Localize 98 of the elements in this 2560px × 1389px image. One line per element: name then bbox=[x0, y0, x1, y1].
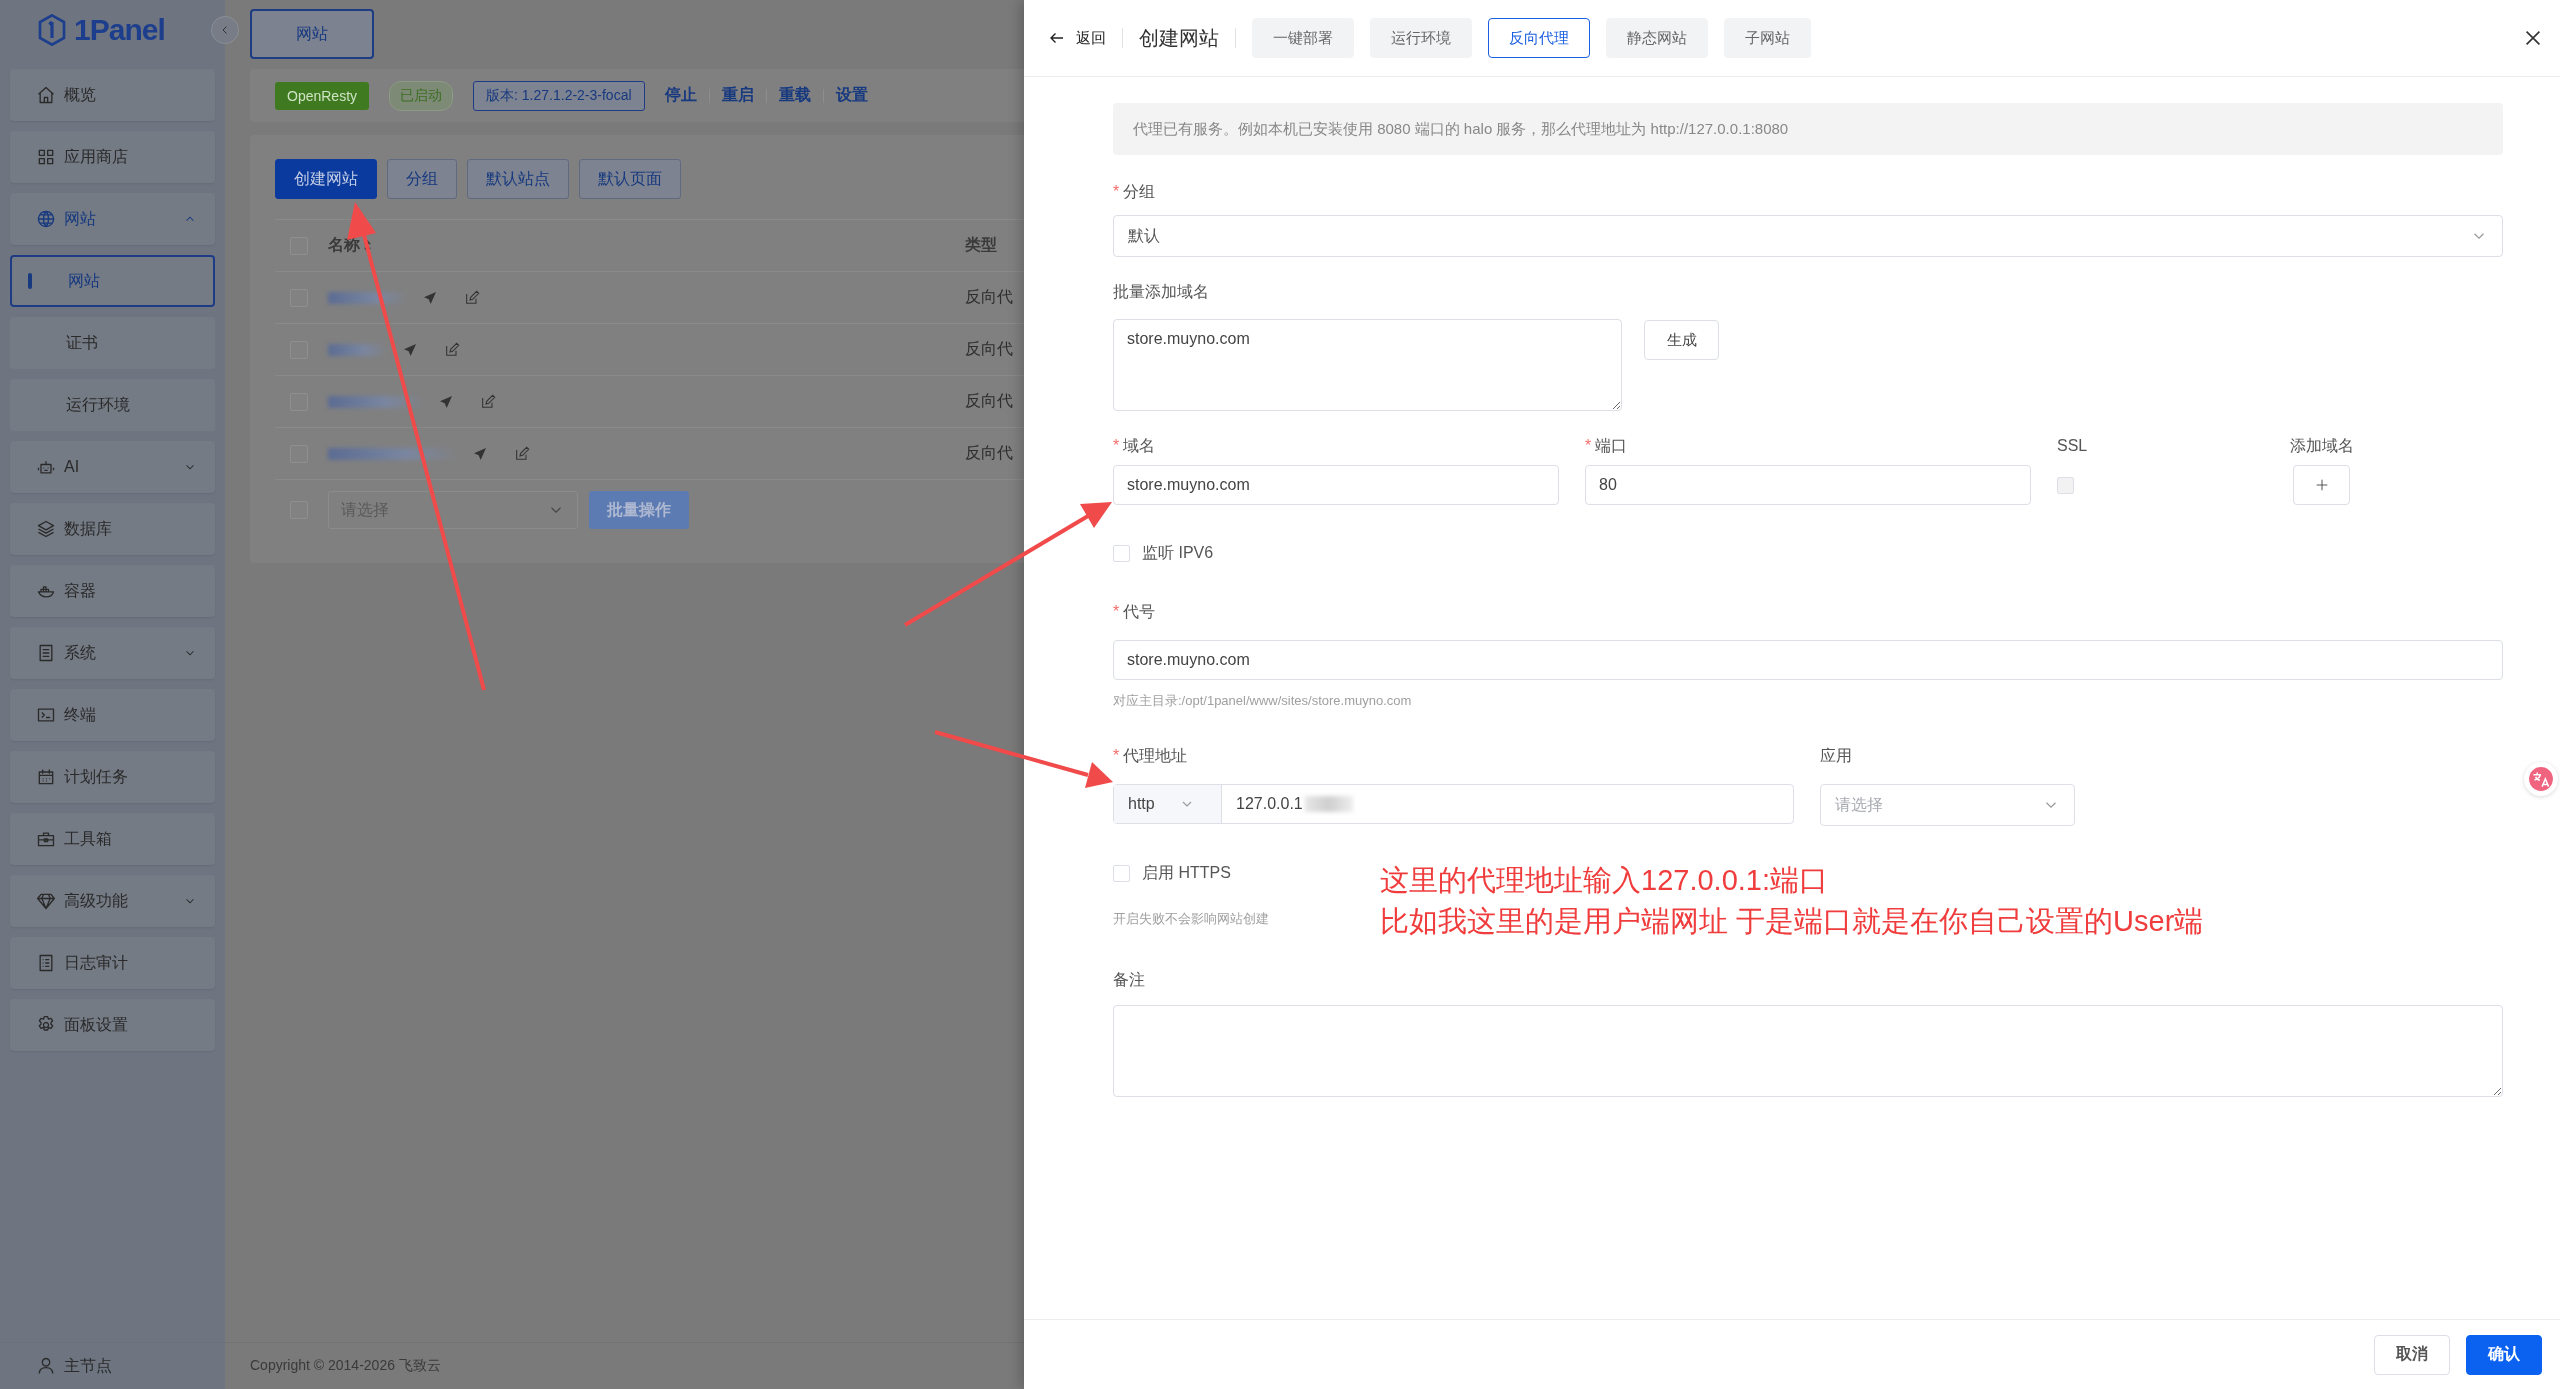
alias-input[interactable]: store.muyno.com bbox=[1113, 640, 2503, 680]
send-icon[interactable] bbox=[422, 289, 438, 306]
nav-item[interactable]: 高级功能 bbox=[10, 875, 215, 927]
field-label: 应用 bbox=[1820, 746, 1852, 766]
nav-item[interactable]: 工具箱 bbox=[10, 813, 215, 865]
nav-item[interactable]: 计划任务 bbox=[10, 751, 215, 803]
field-label: 添加域名 bbox=[2290, 436, 2354, 456]
edit-icon[interactable] bbox=[444, 341, 460, 358]
logo-text: 1Panel bbox=[74, 13, 165, 47]
nav-item[interactable]: AI bbox=[10, 441, 215, 493]
nav-item[interactable]: 面板设置 bbox=[10, 999, 215, 1051]
back-button[interactable]: 返回 bbox=[1048, 28, 1106, 48]
required-mark: * bbox=[1113, 602, 1120, 622]
home-icon bbox=[36, 85, 56, 105]
toolbar-button[interactable]: 默认站点 bbox=[467, 159, 569, 199]
tab[interactable]: 静态网站 bbox=[1606, 18, 1708, 58]
action-link[interactable]: 设置 bbox=[835, 85, 868, 106]
footer-button[interactable]: 取消 bbox=[2374, 1334, 2450, 1375]
user-icon bbox=[36, 1356, 56, 1376]
app-select[interactable]: 请选择 bbox=[1820, 784, 2075, 826]
translate-icon[interactable] bbox=[2524, 762, 2558, 796]
toolbar-button[interactable]: 分组 bbox=[387, 159, 457, 199]
tab[interactable]: 子网站 bbox=[1724, 18, 1811, 58]
info-banner: 代理已有服务。例如本机已安装使用 8080 端口的 halo 服务，那么代理地址为 http://127.0.0.1:8080 bbox=[1113, 103, 2503, 155]
hint-text: 对应主目录:/opt/1panel/www/sites/store.muyno.com bbox=[1113, 693, 1412, 709]
nav-item[interactable]: 网站 bbox=[10, 193, 215, 245]
required-mark: * bbox=[1585, 436, 1592, 456]
hint-text: 开启失败不会影响网站创建 bbox=[1113, 911, 1270, 927]
tab[interactable]: 运行环境 bbox=[1370, 18, 1472, 58]
globe-icon bbox=[36, 209, 56, 229]
required-mark: * bbox=[1113, 746, 1120, 766]
nav-subitem[interactable]: 运行环境 bbox=[10, 379, 215, 431]
nav-item[interactable]: 容器 bbox=[10, 565, 215, 617]
nav-item[interactable]: 概览 bbox=[10, 69, 215, 121]
layers-icon bbox=[36, 519, 56, 539]
node-label: 主节点 bbox=[64, 1355, 112, 1376]
checkbox-label: 启用 HTTPS bbox=[1142, 862, 1231, 883]
diamond-icon bbox=[36, 891, 56, 911]
nav-item[interactable]: 系统 bbox=[10, 627, 215, 679]
nav-subitem[interactable]: 网站 bbox=[10, 255, 215, 307]
version-tag: 版本: 1.27.1.2-2-3-focal bbox=[473, 80, 645, 111]
field-label: 域名 bbox=[1123, 436, 1156, 456]
group-select[interactable]: 默认 bbox=[1113, 215, 2503, 257]
action-link[interactable]: 重载 bbox=[778, 85, 811, 106]
port-input[interactable]: 80 bbox=[1585, 465, 2031, 505]
calendar-icon bbox=[36, 767, 56, 787]
edit-icon[interactable] bbox=[514, 445, 530, 462]
edit-icon[interactable] bbox=[480, 393, 496, 410]
send-icon[interactable] bbox=[438, 393, 454, 410]
tab[interactable]: 反向代理 bbox=[1488, 18, 1590, 58]
grid-icon bbox=[36, 147, 56, 167]
page-tab[interactable]: 网站 bbox=[250, 9, 374, 59]
table-cell-text: 反向代 bbox=[965, 443, 1013, 463]
column-header[interactable]: 类型 bbox=[965, 235, 997, 256]
table-cell-text: 反向代 bbox=[965, 287, 1013, 307]
copyright-text: Copyright © 2014-2026 飞致云 bbox=[250, 1357, 441, 1375]
table-cell-text: 反向代 bbox=[965, 339, 1013, 359]
field-label: 端口 bbox=[1595, 436, 1628, 456]
field-label: 批量添加域名 bbox=[1113, 282, 1209, 302]
table-cell-text: 反向代 bbox=[965, 391, 1013, 411]
edit-icon[interactable] bbox=[464, 289, 480, 306]
send-icon[interactable] bbox=[472, 445, 488, 462]
nav-item[interactable]: 应用商店 bbox=[10, 131, 215, 183]
app-tag: OpenResty bbox=[275, 81, 370, 110]
field-label: 代理地址 bbox=[1123, 746, 1188, 766]
sort-icon[interactable] bbox=[363, 238, 372, 253]
nav-item[interactable]: 数据库 bbox=[10, 503, 215, 555]
footer-button[interactable]: 确认 bbox=[2466, 1334, 2542, 1375]
nav-item[interactable]: 日志审计 bbox=[10, 937, 215, 989]
status-tag: 已启动 bbox=[389, 80, 454, 111]
annotation-text: 比如我这里的是用户端网址 于是端口就是在你自己设置的User端 bbox=[1380, 904, 2204, 939]
blurred-patch bbox=[328, 343, 388, 356]
action-link[interactable]: 重启 bbox=[721, 85, 754, 106]
remark-textarea[interactable] bbox=[1113, 1005, 2503, 1097]
batch-button[interactable]: 批量操作 bbox=[589, 491, 689, 529]
required-mark: * bbox=[1113, 436, 1120, 456]
toolbar-button[interactable]: 创建网站 bbox=[275, 159, 377, 199]
domain-textarea[interactable]: store.muyno.com bbox=[1113, 319, 1622, 411]
tab[interactable]: 一键部署 bbox=[1252, 18, 1354, 58]
generate-button[interactable]: 生成 bbox=[1644, 320, 1719, 360]
field-label: 备注 bbox=[1113, 970, 1145, 990]
send-icon[interactable] bbox=[402, 341, 418, 358]
add-button[interactable] bbox=[2293, 465, 2350, 505]
nav-subitem[interactable]: 证书 bbox=[10, 317, 215, 369]
annotation-text: 这里的代理地址输入127.0.0.1:端口 bbox=[1380, 863, 1829, 898]
nav-item[interactable]: 终端 bbox=[10, 689, 215, 741]
drawer-title: 创建网站 bbox=[1139, 25, 1219, 51]
toolbar-button[interactable]: 默认页面 bbox=[579, 159, 681, 199]
collapse-button[interactable] bbox=[211, 16, 239, 44]
field-label: 分组 bbox=[1123, 182, 1156, 202]
required-mark: * bbox=[1113, 182, 1120, 202]
field-label: SSL bbox=[2057, 436, 2088, 456]
field-label: 代号 bbox=[1123, 602, 1156, 622]
checkbox-label: 监听 IPV6 bbox=[1142, 542, 1214, 563]
logo-icon bbox=[36, 14, 68, 46]
domain-input[interactable]: store.muyno.com bbox=[1113, 465, 1559, 505]
action-link[interactable]: 停止 bbox=[664, 85, 697, 106]
column-header[interactable]: 名称 bbox=[328, 235, 360, 256]
